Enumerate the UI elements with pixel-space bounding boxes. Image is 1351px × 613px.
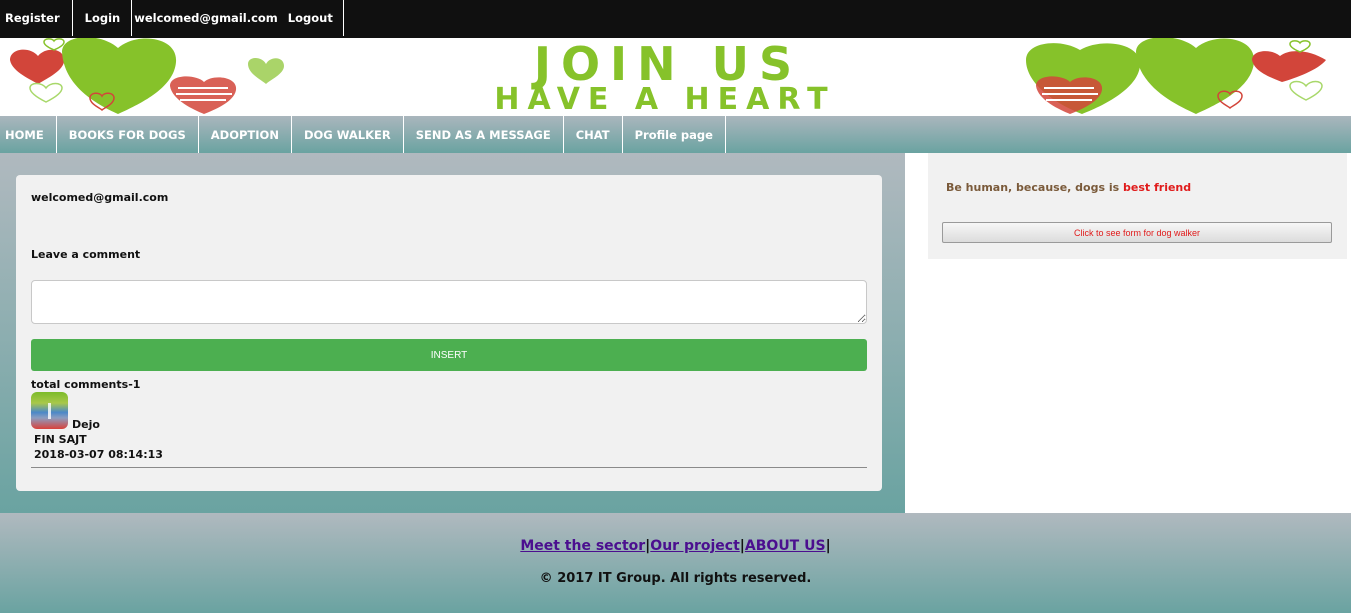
register-link[interactable]: Register [0,0,73,36]
our-project-link[interactable]: Our project [650,538,739,554]
total-comments: total comments-1 [31,378,141,391]
comment-card: welcomed@gmail.com Leave a comment INSER… [16,175,882,491]
user-email: welcomed@gmail.com [31,191,169,204]
insert-button[interactable]: INSERT [31,339,867,371]
nav-adoption[interactable]: ADOPTION [199,116,292,153]
footer: Meet the sector|Our project|ABOUT US| © … [0,513,1351,613]
sidebar: Be human, because, dogs is best friend C… [928,153,1347,259]
login-link[interactable]: Login [73,0,133,36]
nav-dog-walker[interactable]: DOG WALKER [292,116,404,153]
avatar [31,392,68,429]
nav-books-for-dogs[interactable]: BOOKS FOR DOGS [57,116,199,153]
footer-links: Meet the sector|Our project|ABOUT US| [0,538,1351,554]
dog-walker-form-button[interactable]: Click to see form for dog walker [942,222,1332,243]
comment-date: 2018-03-07 08:14:13 [34,448,163,461]
top-bar: Register Login welcomed@gmail.com Logout [0,0,1351,38]
banner-image: JOIN US HAVE A HEART [10,38,1326,116]
right-hearts-icon [1026,38,1326,114]
main-nav: HOME BOOKS FOR DOGS ADOPTION DOG WALKER … [0,116,1351,153]
comment-text: FIN SAJT [34,433,87,446]
user-email-link[interactable]: welcomed@gmail.com [132,0,284,36]
logout-link[interactable]: Logout [284,0,344,36]
nav-chat[interactable]: CHAT [564,116,623,153]
copyright: © 2017 IT Group. All rights reserved. [539,571,812,586]
nav-send-as-message[interactable]: SEND AS A MESSAGE [404,116,564,153]
sidebar-quote: Be human, because, dogs is best friend [946,181,1191,194]
footer-separator: | [825,538,831,554]
about-us-link[interactable]: ABOUT US [745,538,826,554]
comment-author: Dejo [72,418,100,431]
comment-divider [31,467,867,468]
avatar-image-icon [48,403,51,419]
quote-text: Be human, because, dogs is [946,181,1124,194]
meet-the-sector-link[interactable]: Meet the sector [520,538,645,554]
banner: JOIN US HAVE A HEART [0,38,1351,116]
nav-profile-page[interactable]: Profile page [623,116,726,153]
banner-subtitle: HAVE A HEART [494,82,835,116]
comment-input[interactable] [31,280,867,324]
nav-home[interactable]: HOME [0,116,57,153]
quote-highlight: best friend [1123,181,1192,194]
leave-comment-label: Leave a comment [31,248,141,261]
left-hearts-icon [10,38,284,114]
